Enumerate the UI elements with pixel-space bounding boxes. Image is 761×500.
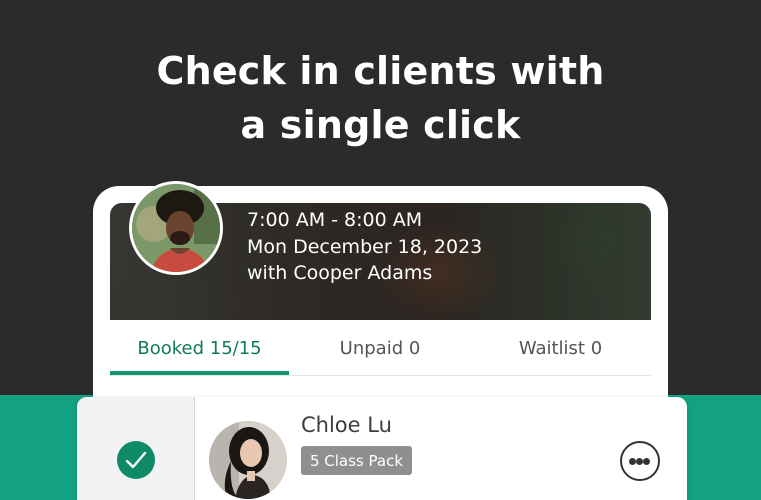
roster-tabs: Booked 15/15 Unpaid 0 Waitlist 0 xyxy=(110,320,651,376)
class-time: 7:00 AM - 8:00 AM xyxy=(247,209,423,231)
more-dot-icon xyxy=(636,458,643,465)
tab-waitlist[interactable]: Waitlist 0 xyxy=(470,320,651,376)
client-photo xyxy=(209,421,287,499)
check-in-button[interactable] xyxy=(117,441,155,479)
client-name[interactable]: Chloe Lu xyxy=(301,413,392,437)
tab-booked[interactable]: Booked 15/15 xyxy=(110,320,289,376)
headline: Check in clients with a single click xyxy=(0,44,761,152)
check-in-cell xyxy=(77,397,195,500)
headline-line-1: Check in clients with xyxy=(156,49,605,93)
more-dot-icon xyxy=(629,458,636,465)
class-instructor: with Cooper Adams xyxy=(247,262,433,284)
headline-line-2: a single click xyxy=(240,103,521,147)
more-options-button[interactable] xyxy=(620,441,660,481)
more-dot-icon xyxy=(643,458,650,465)
class-date: Mon December 18, 2023 xyxy=(247,235,483,258)
class-pack-badge: 5 Class Pack xyxy=(301,446,412,475)
active-tab-indicator xyxy=(110,371,289,375)
tab-unpaid[interactable]: Unpaid 0 xyxy=(290,320,470,376)
class-details: 7:00 AM - 8:00 AM Mon December 18, 2023 … xyxy=(247,207,482,287)
check-icon xyxy=(125,451,147,469)
instructor-avatar xyxy=(129,181,223,275)
client-avatar xyxy=(209,421,287,499)
